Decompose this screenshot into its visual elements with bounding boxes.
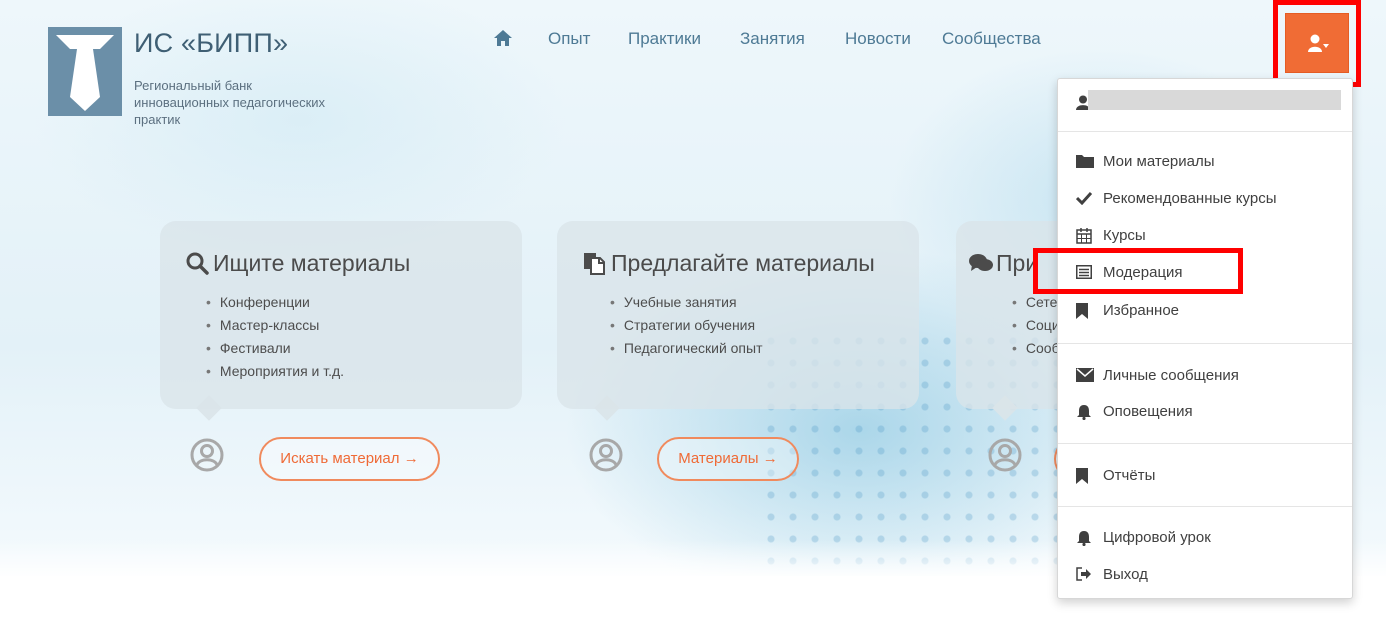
menu-item-label: Личные сообщения bbox=[1103, 367, 1239, 384]
list-item: Мероприятия и т.д. bbox=[206, 360, 344, 383]
nav-item-experience[interactable]: Опыт bbox=[548, 29, 590, 49]
card-join-title: При bbox=[996, 250, 1039, 276]
avatar-icon bbox=[988, 438, 1022, 472]
envelope-icon bbox=[1076, 368, 1094, 382]
menu-item-label: Избранное bbox=[1103, 302, 1180, 319]
card-join-list: Сете Соци Сооб bbox=[1012, 291, 1060, 360]
check-icon bbox=[1076, 191, 1092, 205]
tie-icon bbox=[48, 27, 122, 116]
search-material-button[interactable]: Искать материал → bbox=[259, 437, 440, 481]
home-icon bbox=[494, 30, 512, 46]
menu-item-label: Мои материалы bbox=[1103, 153, 1215, 170]
card-offer-list: Учебные занятия Стратегии обучения Педаг… bbox=[610, 291, 763, 360]
sign-out-icon bbox=[1076, 567, 1091, 581]
dropdown-divider bbox=[1058, 131, 1352, 132]
dropdown-divider bbox=[1058, 506, 1352, 507]
bookmark-icon bbox=[1076, 303, 1088, 319]
menu-item-label: Оповещения bbox=[1103, 403, 1193, 420]
comments-icon bbox=[969, 254, 993, 271]
document-copy-icon bbox=[584, 253, 605, 275]
dropdown-divider bbox=[1058, 443, 1352, 444]
bookmark-icon bbox=[1076, 468, 1088, 484]
nav-home[interactable] bbox=[493, 29, 513, 47]
nav-item-news[interactable]: Новости bbox=[845, 29, 911, 49]
avatar-icon bbox=[190, 438, 224, 472]
nav-item-practices[interactable]: Практики bbox=[628, 29, 701, 49]
list-item: Мастер-классы bbox=[206, 314, 344, 337]
card-search-list: Конференции Мастер-классы Фестивали Меро… bbox=[206, 291, 344, 383]
menu-item-label: Рекомендованные курсы bbox=[1103, 190, 1277, 207]
logo[interactable] bbox=[48, 27, 122, 116]
list-item: Конференции bbox=[206, 291, 344, 314]
list-item: Соци bbox=[1012, 314, 1060, 337]
highlight-profile-button bbox=[1273, 0, 1361, 87]
calendar-icon bbox=[1076, 228, 1092, 244]
menu-item-label: Отчёты bbox=[1103, 467, 1156, 484]
site-title: ИС «БИПП» bbox=[134, 28, 289, 58]
bell-icon bbox=[1077, 531, 1091, 546]
folder-icon bbox=[1076, 155, 1094, 168]
avatar-icon bbox=[589, 438, 623, 472]
highlight-moderation-item bbox=[1033, 248, 1243, 294]
menu-item-label: Выход bbox=[1103, 566, 1148, 583]
card-offer-title: Предлагайте материалы bbox=[611, 250, 875, 276]
profile-dropdown-menu: Мои материалы Рекомендованные курсы Курс… bbox=[1057, 78, 1353, 599]
list-item: Учебные занятия bbox=[610, 291, 763, 314]
list-item: Сооб bbox=[1012, 337, 1060, 360]
nav-item-lessons[interactable]: Занятия bbox=[740, 29, 805, 49]
menu-item-label: Курсы bbox=[1103, 227, 1146, 244]
list-item: Педагогический опыт bbox=[610, 337, 763, 360]
bell-icon bbox=[1077, 405, 1091, 420]
menu-item-label: Цифровой урок bbox=[1103, 529, 1211, 546]
list-item: Стратегии обучения bbox=[610, 314, 763, 337]
materials-button[interactable]: Материалы → bbox=[657, 437, 799, 481]
card-search-title: Ищите материалы bbox=[213, 250, 411, 276]
redacted-user-name bbox=[1088, 90, 1341, 110]
list-item: Сете bbox=[1012, 291, 1060, 314]
nav-item-communities[interactable]: Сообщества bbox=[942, 29, 1041, 49]
list-item: Фестивали bbox=[206, 337, 344, 360]
search-icon bbox=[186, 252, 209, 275]
dropdown-divider bbox=[1058, 343, 1352, 344]
site-subtitle: Региональный банк инновационных педагоги… bbox=[134, 78, 326, 127]
